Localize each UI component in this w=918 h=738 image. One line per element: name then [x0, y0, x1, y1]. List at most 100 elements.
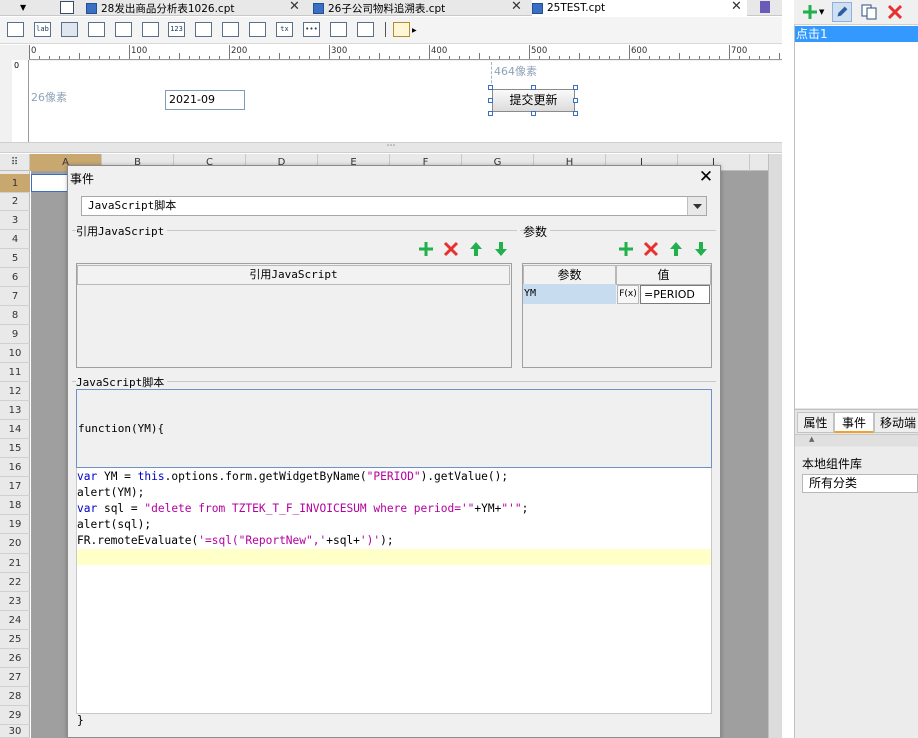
multi-select-widget-icon[interactable]	[330, 22, 347, 37]
resize-handle[interactable]	[531, 111, 536, 116]
row-header[interactable]: 15	[0, 439, 30, 458]
row-header[interactable]: 11	[0, 363, 30, 382]
row-header[interactable]: 12	[0, 382, 30, 401]
tab-close-icon[interactable]: ✕	[289, 0, 300, 14]
add-event-dropdown-icon[interactable]: ▼	[819, 8, 824, 16]
combo-widget-icon[interactable]	[195, 22, 212, 37]
textbox-widget-icon[interactable]	[7, 22, 24, 37]
row-header[interactable]: 10	[0, 344, 30, 363]
selected-cell-a1[interactable]	[31, 174, 68, 192]
row-header[interactable]: 5	[0, 249, 30, 268]
row-header[interactable]: 23	[0, 592, 30, 611]
row-header[interactable]: 27	[0, 668, 30, 687]
tab-file-28[interactable]: 28发出商品分析表1026.cpt ✕	[86, 0, 304, 16]
free-text-widget-icon[interactable]: tx	[276, 22, 293, 37]
row-header[interactable]: 13	[0, 401, 30, 420]
select-all-icon[interactable]: ⠿	[0, 154, 30, 171]
ref-move-up-icon[interactable]	[467, 240, 485, 258]
resize-handle[interactable]	[488, 85, 493, 90]
tab-file-25test[interactable]: 25TEST.cpt ✕	[532, 0, 747, 16]
select-dropdown-icon[interactable]	[687, 197, 706, 215]
add-event-icon[interactable]	[802, 4, 818, 20]
row-header[interactable]: 16	[0, 458, 30, 477]
resize-handle[interactable]	[573, 98, 578, 103]
ruler-tick	[709, 56, 710, 59]
param-add-icon[interactable]	[617, 240, 635, 258]
tab-close-icon[interactable]: ✕	[731, 0, 742, 14]
library-category-select[interactable]: 所有分类	[802, 474, 918, 493]
dialog-close-icon[interactable]: ✕	[697, 168, 715, 186]
row-header[interactable]: 9	[0, 325, 30, 344]
button-widget-icon[interactable]	[61, 22, 78, 37]
new-tab-icon[interactable]	[60, 1, 74, 14]
checkbox-group-widget-icon[interactable]	[249, 22, 266, 37]
collapse-up-icon[interactable]: ▲	[809, 435, 814, 443]
param-value-input[interactable]: =PERIOD	[640, 285, 710, 304]
date-widget-icon[interactable]	[142, 22, 159, 37]
submit-update-button[interactable]: 提交更新	[492, 89, 575, 112]
pane-splitter[interactable]: ⋯	[0, 142, 782, 153]
row-header[interactable]: 30	[0, 725, 30, 738]
row-header[interactable]: 18	[0, 496, 30, 515]
delete-event-icon[interactable]	[887, 4, 903, 20]
tab-file-26[interactable]: 26子公司物料追溯表.cpt ✕	[313, 0, 527, 16]
form-canvas[interactable]	[29, 61, 782, 142]
tab-list-dropdown-icon[interactable]: ▼	[20, 3, 26, 12]
row-header[interactable]: 22	[0, 573, 30, 592]
tree-widget-icon[interactable]	[357, 22, 374, 37]
param-name-cell[interactable]: YM	[523, 284, 616, 304]
ref-add-icon[interactable]	[417, 240, 435, 258]
checkbox-widget-icon[interactable]	[222, 22, 239, 37]
row-header[interactable]: 26	[0, 649, 30, 668]
event-item-click[interactable]: 点击1	[795, 26, 918, 42]
edit-event-icon[interactable]	[832, 2, 852, 22]
row-header[interactable]: 4	[0, 230, 30, 249]
period-date-input[interactable]: 2021-09	[165, 90, 245, 110]
sheet-vertical-scrollbar[interactable]	[768, 154, 782, 738]
resize-handle[interactable]	[573, 111, 578, 116]
ref-delete-icon[interactable]	[442, 240, 460, 258]
row-header[interactable]: 1	[0, 174, 30, 193]
list-widget-icon[interactable]	[115, 22, 132, 37]
bookmark-icon[interactable]	[760, 1, 770, 13]
resize-handle[interactable]	[573, 85, 578, 90]
event-type-select[interactable]: JavaScript脚本	[81, 196, 707, 216]
ruler-tick	[329, 45, 330, 59]
password-widget-icon[interactable]: •••	[303, 22, 320, 37]
textarea-widget-icon[interactable]	[88, 22, 105, 37]
resize-handle[interactable]	[531, 85, 536, 90]
formula-button[interactable]: F(x)	[617, 285, 639, 304]
row-header[interactable]: 24	[0, 611, 30, 630]
tab-events[interactable]: 事件	[834, 412, 874, 433]
copy-event-icon[interactable]	[860, 3, 878, 21]
code-token: ).getValue();	[420, 470, 509, 483]
label-widget-icon[interactable]: lab	[34, 22, 51, 37]
ref-move-down-icon[interactable]	[492, 240, 510, 258]
tab-close-icon[interactable]: ✕	[511, 0, 522, 14]
row-header[interactable]: 8	[0, 306, 30, 325]
tab-properties[interactable]: 属性	[797, 412, 834, 433]
row-header[interactable]: 25	[0, 630, 30, 649]
row-header[interactable]: 7	[0, 287, 30, 306]
row-header[interactable]: 28	[0, 687, 30, 706]
more-widgets-icon[interactable]	[393, 22, 410, 37]
row-header[interactable]: 21	[0, 554, 30, 573]
row-header[interactable]: 17	[0, 477, 30, 496]
row-header[interactable]: 2	[0, 193, 30, 211]
param-move-up-icon[interactable]	[667, 240, 685, 258]
row-header[interactable]: 14	[0, 420, 30, 439]
row-header[interactable]: 29	[0, 706, 30, 725]
more-widgets-arrow-icon[interactable]: ▶	[412, 27, 417, 34]
resize-handle[interactable]	[488, 98, 493, 103]
row-header[interactable]: 19	[0, 515, 30, 534]
row-header[interactable]: 20	[0, 534, 30, 554]
number-widget-icon[interactable]: 123	[168, 22, 185, 37]
row-header[interactable]: 3	[0, 211, 30, 230]
resize-handle[interactable]	[488, 111, 493, 116]
panel-splitter[interactable]: ▲	[795, 434, 918, 446]
param-move-down-icon[interactable]	[692, 240, 710, 258]
param-delete-icon[interactable]	[642, 240, 660, 258]
tab-mobile[interactable]: 移动端	[874, 412, 918, 433]
ruler-tick	[489, 56, 490, 59]
row-header[interactable]: 6	[0, 268, 30, 287]
